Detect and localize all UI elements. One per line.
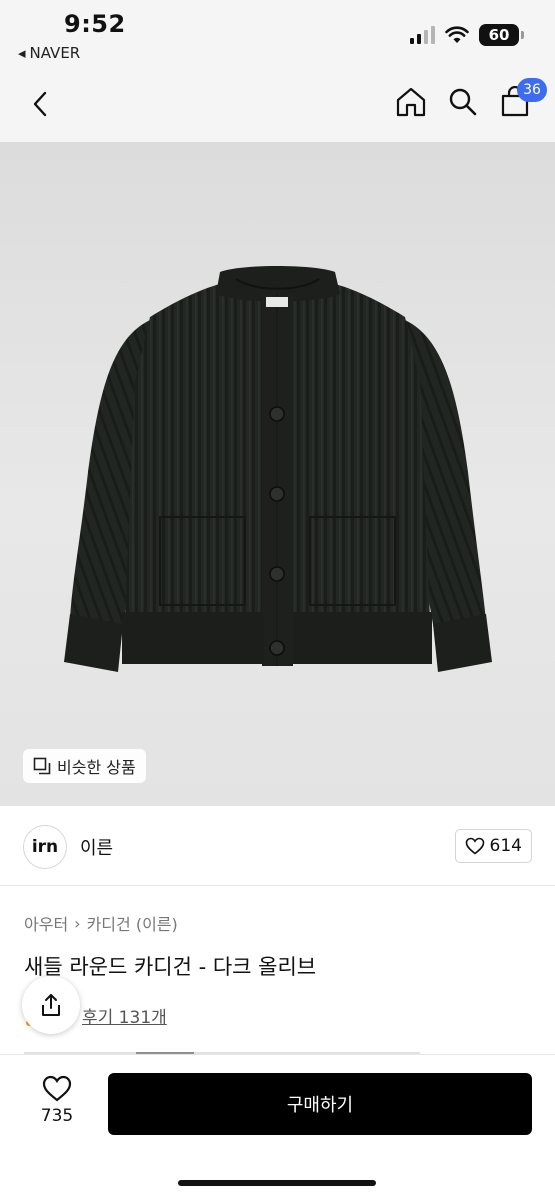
share-icon xyxy=(42,994,60,1016)
wishlist-button[interactable]: 735 xyxy=(26,1075,88,1126)
chevron-left-icon xyxy=(33,91,47,117)
status-bar: 9:52 ◂ NAVER 60 xyxy=(0,0,555,70)
breadcrumb-item[interactable]: 아우터 xyxy=(24,911,68,935)
home-icon xyxy=(396,87,426,117)
copy-icon xyxy=(33,757,51,775)
back-app-label: NAVER xyxy=(29,44,81,62)
similar-products-button[interactable]: 비슷한 상품 xyxy=(23,749,146,783)
brand-like-count: 614 xyxy=(489,836,522,856)
back-arrow-icon: ◂ xyxy=(18,44,26,62)
product-title: 새들 라운드 카디건 - 다크 올리브 xyxy=(24,955,317,979)
breadcrumb: 아우터 › 카디건 (이른) xyxy=(24,911,178,935)
product-image[interactable]: 비슷한 상품 xyxy=(0,142,555,806)
back-to-app-link[interactable]: ◂ NAVER xyxy=(18,44,80,62)
share-button[interactable] xyxy=(22,976,80,1034)
brand-logo[interactable]: irn xyxy=(23,825,67,869)
search-button[interactable] xyxy=(447,84,479,120)
home-indicator xyxy=(178,1180,376,1186)
search-icon xyxy=(449,88,477,116)
breadcrumb-item[interactable]: 카디건 (이른) xyxy=(87,911,178,935)
heart-icon xyxy=(465,837,484,855)
heart-icon xyxy=(42,1075,72,1102)
cart-button[interactable]: 36 xyxy=(499,78,547,120)
status-time: 9:52 xyxy=(64,10,126,38)
cardigan-image xyxy=(64,266,492,672)
review-link[interactable]: 후기 131개 xyxy=(82,1003,167,1028)
brand-row: irn 이른 614 xyxy=(0,806,555,886)
back-button[interactable] xyxy=(22,86,58,122)
battery-icon: 60 xyxy=(479,24,524,46)
wishlist-count: 735 xyxy=(40,1106,74,1126)
status-icons: 60 xyxy=(410,24,524,46)
cellular-signal-icon xyxy=(410,26,435,44)
buy-button[interactable]: 구매하기 xyxy=(108,1073,532,1135)
cart-count-badge: 36 xyxy=(517,78,547,102)
navigation-bar: 36 xyxy=(0,70,555,142)
bottom-action-bar: 735 구매하기 xyxy=(0,1054,555,1200)
wifi-icon xyxy=(445,26,469,43)
chevron-right-icon: › xyxy=(74,913,81,933)
similar-products-label: 비슷한 상품 xyxy=(57,758,136,777)
brand-name[interactable]: 이른 xyxy=(80,834,113,860)
home-button[interactable] xyxy=(395,84,427,120)
brand-like-button[interactable]: 614 xyxy=(454,829,532,863)
